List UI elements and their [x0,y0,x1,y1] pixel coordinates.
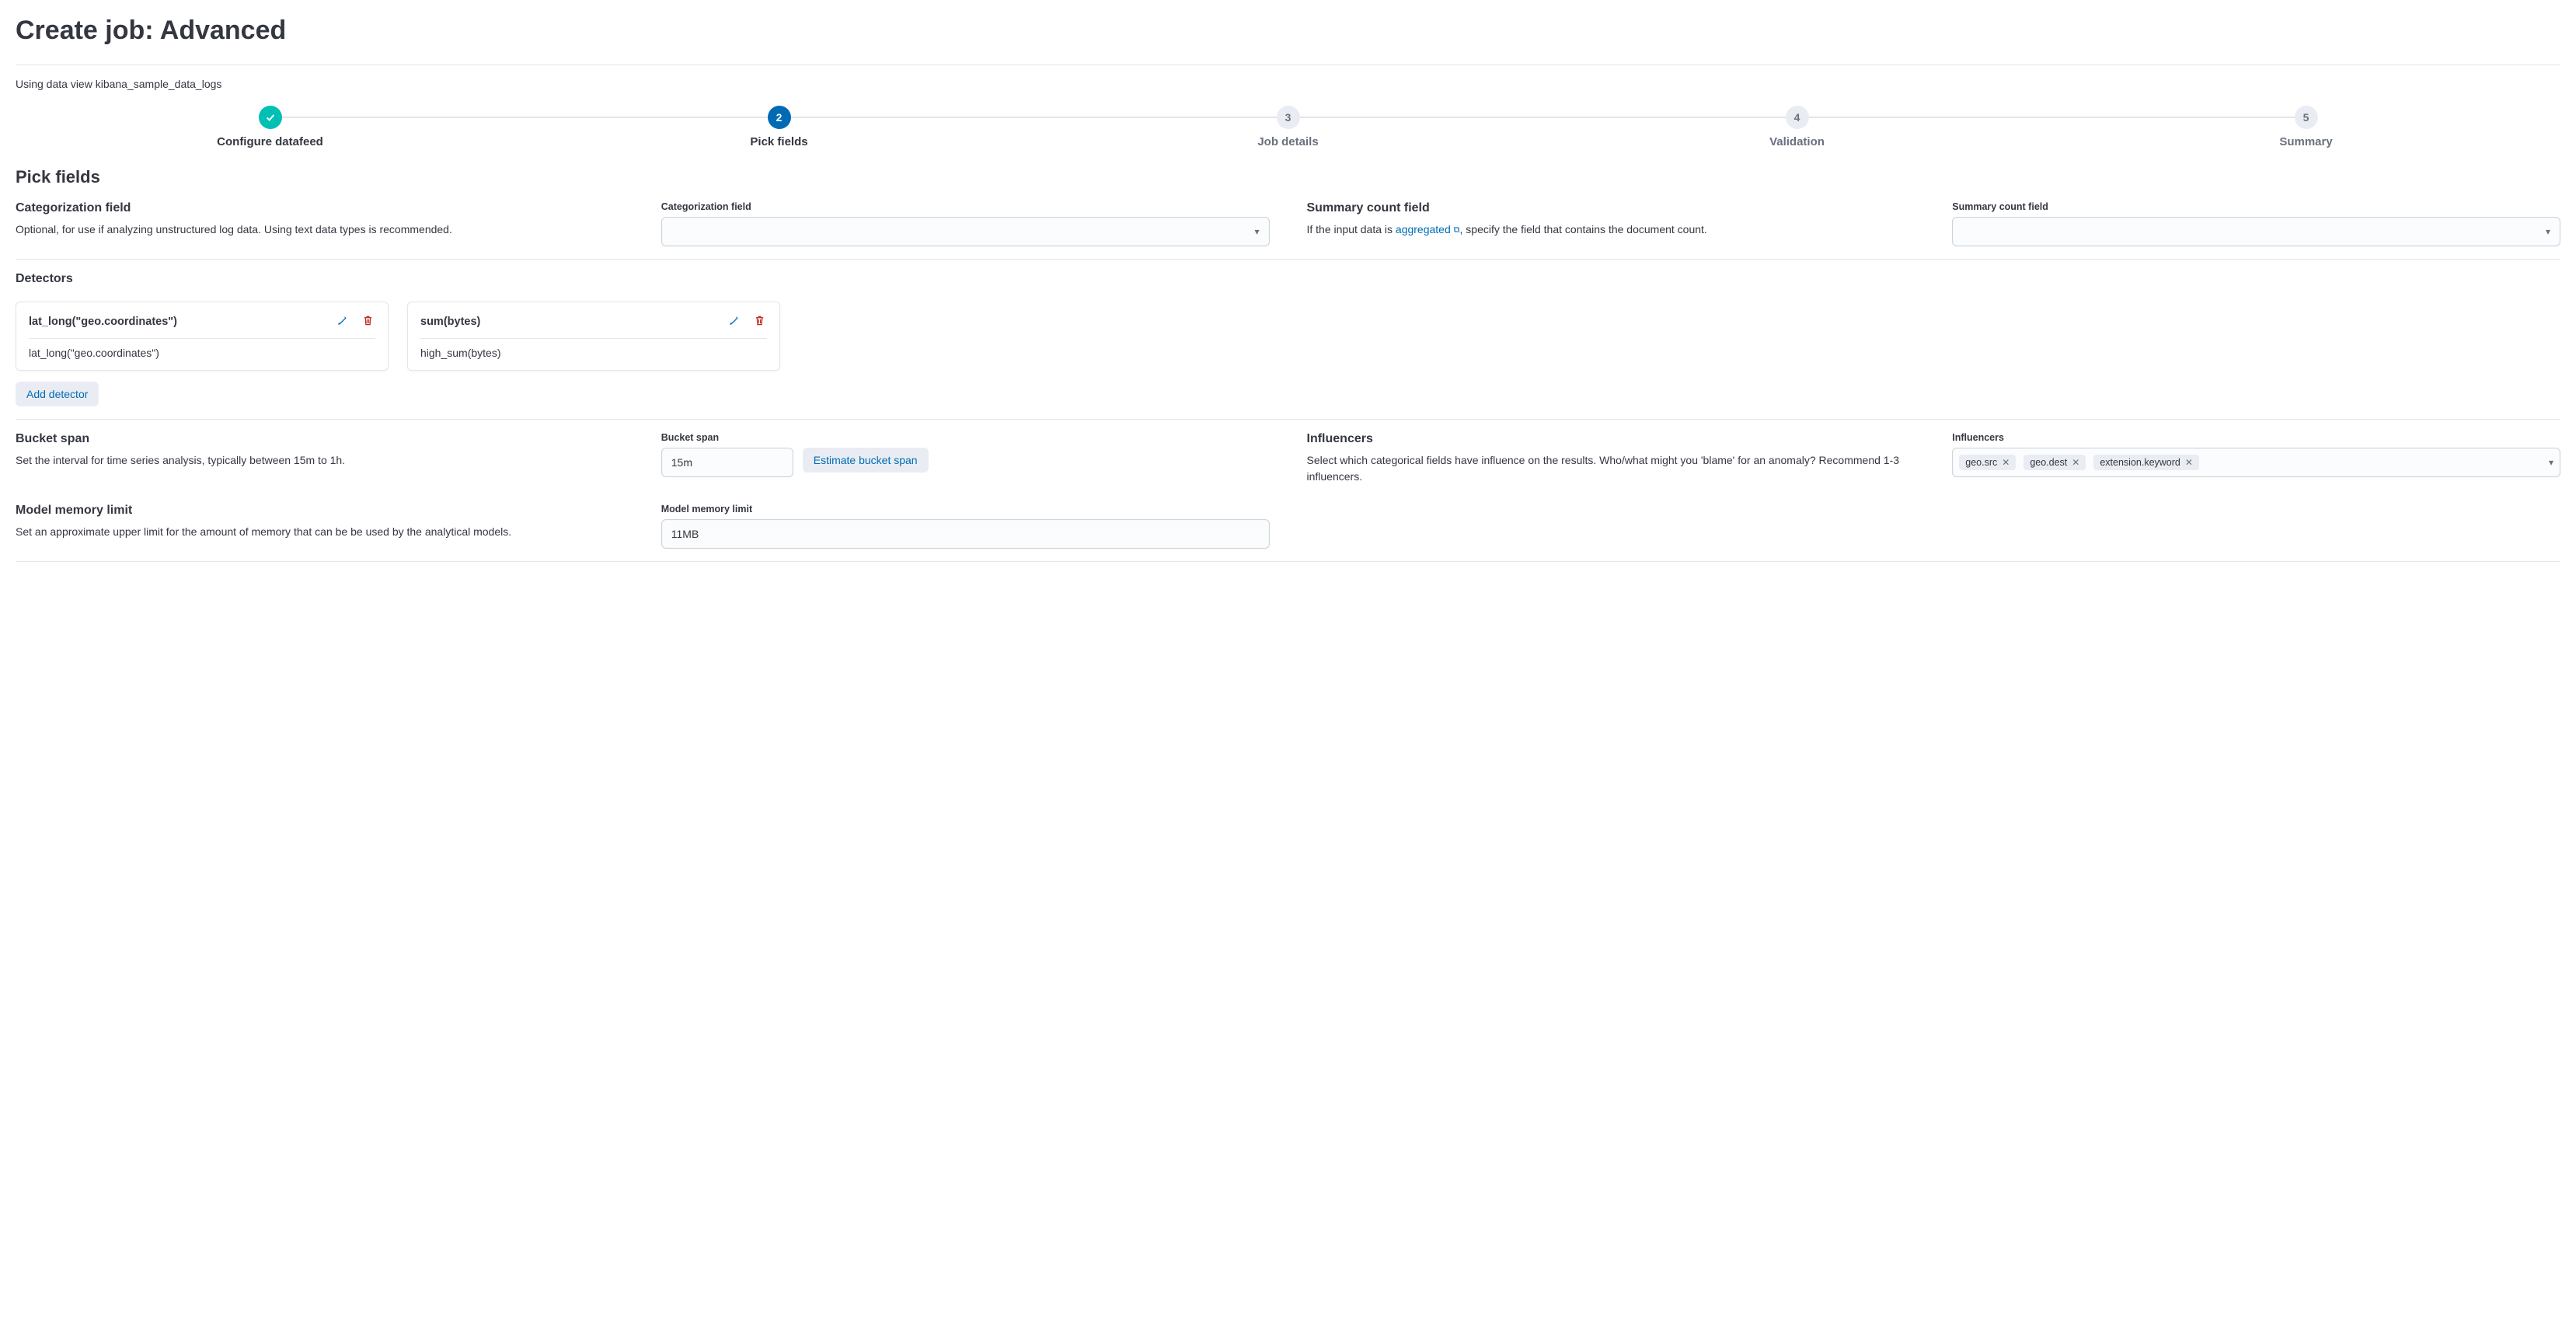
wizard-stepper: Configure datafeed 2 Pick fields 3 Job d… [16,106,2560,148]
pencil-icon [728,315,740,326]
step-label: Configure datafeed [16,135,525,148]
chevron-down-icon: ▾ [1254,226,1259,237]
step-pick-fields[interactable]: 2 Pick fields [525,106,1034,148]
influencers-title: Influencers [1307,432,1915,446]
influencers-label: Influencers [1952,432,2560,443]
step-summary[interactable]: 5 Summary [2051,106,2560,148]
detector-card: lat_long("geo.coordinates") lat_long("ge… [16,302,389,371]
trash-icon [362,315,374,326]
remove-pill-icon[interactable]: ✕ [2072,457,2079,468]
step-validation[interactable]: 4 Validation [1542,106,2051,148]
step-circle-completed [259,106,282,129]
step-label: Pick fields [525,135,1034,148]
step-circle-pending: 5 [2295,106,2318,129]
pill-label: geo.src [1965,457,1997,468]
section-heading: Pick fields [16,167,2560,187]
estimate-bucket-span-button[interactable]: Estimate bucket span [803,448,929,473]
categorization-field-label: Categorization field [661,201,1270,212]
bucket-span-title: Bucket span [16,432,624,446]
aggregated-link[interactable]: aggregated ⧉ [1396,223,1460,235]
influencer-pill: extension.keyword ✕ [2093,455,2199,470]
summary-count-desc: If the input data is aggregated ⧉, speci… [1307,222,1915,238]
step-label: Summary [2051,135,2560,148]
influencers-desc: Select which categorical fields have inf… [1307,452,1915,485]
influencers-combobox[interactable]: geo.src ✕ geo.dest ✕ extension.keyword ✕… [1952,448,2560,477]
pencil-icon [336,315,348,326]
step-configure-datafeed[interactable]: Configure datafeed [16,106,525,148]
model-memory-label: Model memory limit [661,504,1270,515]
influencer-pill: geo.dest ✕ [2024,455,2086,470]
step-circle-pending: 3 [1277,106,1300,129]
detectors-list: lat_long("geo.coordinates") lat_long("ge… [16,302,2560,371]
model-memory-title: Model memory limit [16,504,624,518]
bucket-span-desc: Set the interval for time series analysi… [16,452,624,469]
summary-count-desc-suffix: , specify the field that contains the do… [1460,223,1707,235]
categorization-field-select[interactable]: ▾ [661,217,1270,246]
categorization-desc: Optional, for use if analyzing unstructu… [16,222,624,238]
bucket-span-label: Bucket span [661,432,1270,443]
add-detector-button[interactable]: Add detector [16,382,99,406]
data-view-info: Using data view kibana_sample_data_logs [16,78,2560,90]
detector-card: sum(bytes) high_sum(bytes) [407,302,780,371]
summary-count-field-select[interactable]: ▾ [1952,217,2560,246]
step-circle-pending: 4 [1786,106,1809,129]
edit-detector-button[interactable] [335,313,350,330]
detector-body: lat_long("geo.coordinates") [29,347,375,359]
step-label: Validation [1542,135,2051,148]
step-job-details[interactable]: 3 Job details [1034,106,1542,148]
summary-count-desc-prefix: If the input data is [1307,223,1396,235]
detector-title: lat_long("geo.coordinates") [29,316,177,328]
chevron-down-icon: ▾ [2549,457,2553,468]
external-link-icon: ⧉ [1454,225,1460,235]
influencer-pill: geo.src ✕ [1959,455,2016,470]
pill-label: geo.dest [2030,457,2067,468]
step-label: Job details [1034,135,1542,148]
categorization-title: Categorization field [16,201,624,215]
bucket-span-input[interactable] [661,448,793,477]
aggregated-link-text: aggregated [1396,223,1451,235]
detector-title: sum(bytes) [420,316,480,328]
model-memory-input[interactable] [661,519,1270,549]
summary-count-title: Summary count field [1307,201,1915,215]
remove-pill-icon[interactable]: ✕ [2002,457,2010,468]
remove-pill-icon[interactable]: ✕ [2185,457,2193,468]
check-icon [265,112,276,123]
delete-detector-button[interactable] [752,313,767,330]
model-memory-desc: Set an approximate upper limit for the a… [16,524,624,540]
trash-icon [754,315,765,326]
divider [16,259,2560,260]
summary-count-field-label: Summary count field [1952,201,2560,212]
detectors-title: Detectors [16,272,2560,286]
edit-detector-button[interactable] [727,313,741,330]
chevron-down-icon: ▾ [2546,226,2550,237]
divider [16,561,2560,562]
pill-label: extension.keyword [2100,457,2180,468]
detector-body: high_sum(bytes) [420,347,767,359]
delete-detector-button[interactable] [361,313,375,330]
divider [16,419,2560,420]
page-title: Create job: Advanced [16,16,2560,46]
step-circle-current: 2 [768,106,791,129]
